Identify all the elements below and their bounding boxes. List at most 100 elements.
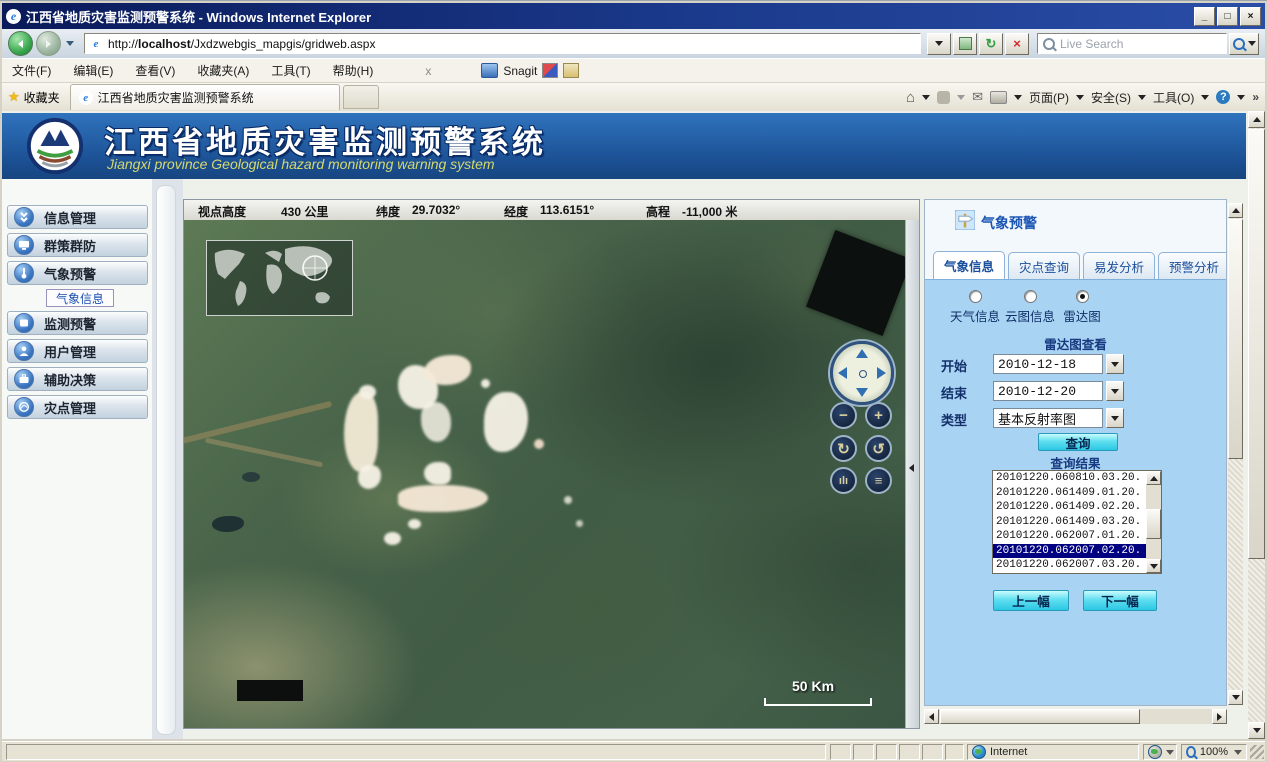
menu-file[interactable]: 文件(F) — [12, 62, 51, 79]
print-dropdown-icon[interactable] — [1014, 95, 1022, 100]
protected-mode-cell[interactable] — [1143, 744, 1177, 760]
start-date-select[interactable]: 2010-12-18 — [993, 354, 1103, 374]
url-dropdown-button[interactable] — [927, 33, 951, 55]
home-dropdown-icon[interactable] — [922, 95, 930, 100]
zoom-out-button[interactable]: − — [830, 402, 857, 429]
panel-hscrollbar[interactable] — [924, 709, 1227, 724]
search-input[interactable]: Live Search — [1037, 33, 1227, 54]
snagit-capture-icon[interactable] — [542, 63, 558, 78]
pan-down-icon[interactable] — [856, 388, 868, 397]
sidebar-subitem-weather-info[interactable]: 气象信息 — [46, 289, 114, 307]
rss-icon[interactable] — [937, 91, 950, 104]
collapse-panel-icon[interactable] — [909, 464, 914, 472]
page-menu[interactable]: 页面(P) — [1029, 89, 1069, 106]
forward-button[interactable] — [36, 31, 61, 56]
help-dropdown-icon[interactable] — [1237, 95, 1245, 100]
browser-tab-active[interactable]: e 江西省地质灾害监测预警系统 — [70, 84, 340, 110]
type-dropdown-icon[interactable] — [1106, 408, 1124, 428]
tab-warning-analysis[interactable]: 预警分析 — [1158, 252, 1226, 279]
favorites-button[interactable]: ★ 收藏夹 — [8, 89, 60, 106]
help-icon[interactable]: ? — [1216, 90, 1230, 104]
list-scroll-up-icon[interactable] — [1146, 471, 1161, 485]
sidebar-item-hazard-mgmt[interactable]: 灾点管理 — [7, 395, 148, 419]
tab-hazard-query[interactable]: 灾点查询 — [1008, 252, 1080, 279]
sidebar-item-group-defense[interactable]: 群策群防 — [7, 233, 148, 257]
mail-icon[interactable]: ✉ — [972, 89, 983, 105]
result-row[interactable]: 20101220.061409.02.20. — [993, 500, 1161, 515]
menu-edit[interactable]: 编辑(E) — [73, 62, 113, 79]
stop-button[interactable]: × — [1005, 33, 1029, 55]
query-button[interactable]: 查询 — [1038, 433, 1118, 451]
zoom-cell[interactable]: 100% — [1181, 744, 1247, 760]
rss-dropdown-icon[interactable] — [957, 95, 965, 100]
search-go-button[interactable] — [1229, 33, 1259, 55]
result-row-selected[interactable]: 20101220.062007.02.20. — [993, 544, 1161, 559]
zoom-in-button[interactable]: + — [865, 402, 892, 429]
result-row[interactable]: 20101220.062007.01.20. — [993, 529, 1161, 544]
page-scroll-down-icon[interactable] — [1248, 722, 1265, 739]
result-row[interactable]: 20101220.062007.03.20. — [993, 558, 1161, 573]
sidebar-item-info-mgmt[interactable]: 信息管理 — [7, 205, 148, 229]
list-scrollbar[interactable] — [1146, 471, 1161, 573]
radio-icon[interactable] — [1024, 290, 1037, 303]
minimize-button[interactable]: _ — [1194, 7, 1215, 26]
tools-menu[interactable]: 工具(O) — [1153, 89, 1194, 106]
new-tab-stub[interactable] — [343, 85, 379, 109]
result-row[interactable]: 20101220.060810.03.20. — [993, 471, 1161, 486]
page-dropdown-icon[interactable] — [1076, 95, 1084, 100]
sidebar-item-decision-support[interactable]: 辅助决策 — [7, 367, 148, 391]
hscroll-thumb[interactable] — [940, 709, 1140, 724]
snagit-toolbar[interactable]: Snagit — [481, 63, 579, 78]
type-select[interactable]: 基本反射率图 — [993, 408, 1103, 428]
radio-icon[interactable] — [1076, 290, 1089, 303]
url-field[interactable]: e http://localhost/Jxdzwebgis_mapgis/gri… — [84, 33, 921, 54]
tab-weather-info[interactable]: 气象信息 — [933, 251, 1005, 279]
next-image-button[interactable]: 下一幅 — [1083, 590, 1157, 611]
close-button[interactable]: × — [1240, 7, 1261, 26]
rotate-ccw-button[interactable]: ↺ — [865, 435, 892, 462]
page-scroll-up-icon[interactable] — [1248, 111, 1265, 128]
title-bar[interactable]: e 江西省地质灾害监测预警系统 - Windows Internet Explo… — [2, 3, 1265, 29]
hscroll-left-icon[interactable] — [924, 709, 939, 724]
layers-button[interactable]: ≡ — [865, 467, 892, 494]
pan-control[interactable] — [830, 341, 894, 405]
map-panel-splitter[interactable] — [905, 220, 919, 728]
sidebar-item-monitor-warning[interactable]: 监测预警 — [7, 311, 148, 335]
sidebar-item-weather-warning[interactable]: 气象预警 — [7, 261, 148, 285]
sidebar-item-user-mgmt[interactable]: 用户管理 — [7, 339, 148, 363]
result-row[interactable]: 20101220.061409.03.20. — [993, 515, 1161, 530]
back-button[interactable] — [8, 31, 33, 56]
radio-icon[interactable] — [969, 290, 982, 303]
radio-radar-image[interactable]: 雷达图 — [1055, 290, 1109, 325]
pan-right-icon[interactable] — [877, 367, 886, 379]
menu-help[interactable]: 帮助(H) — [333, 62, 374, 79]
pan-up-icon[interactable] — [856, 349, 868, 358]
print-icon[interactable] — [990, 91, 1007, 104]
radio-weather-info[interactable]: 天气信息 — [948, 290, 1002, 325]
pan-left-icon[interactable] — [838, 367, 847, 379]
rotate-cw-button[interactable]: ↻ — [830, 435, 857, 462]
snagit-edit-icon[interactable] — [563, 63, 579, 78]
result-row[interactable]: 20101220.061409.01.20. — [993, 486, 1161, 501]
history-dropdown-icon[interactable] — [66, 41, 74, 46]
security-dropdown-icon[interactable] — [1138, 95, 1146, 100]
list-scroll-down-icon[interactable] — [1146, 559, 1161, 573]
compatibility-button[interactable] — [953, 33, 977, 55]
panel-scroll-thumb[interactable] — [1228, 219, 1243, 459]
panel-scroll-up-icon[interactable] — [1228, 203, 1243, 218]
security-menu[interactable]: 安全(S) — [1091, 89, 1131, 106]
menu-view[interactable]: 查看(V) — [135, 62, 175, 79]
prev-image-button[interactable]: 上一幅 — [993, 590, 1069, 611]
refresh-button[interactable]: ↻ — [979, 33, 1003, 55]
tools-dropdown-icon[interactable] — [1201, 95, 1209, 100]
toolbar-close-icon[interactable]: x — [425, 64, 431, 78]
map-canvas[interactable]: − + ↻ ↺ ılı ≡ 50 Km — [184, 220, 919, 728]
end-date-dropdown-icon[interactable] — [1106, 381, 1124, 401]
radio-cloud-image[interactable]: 云图信息 — [1003, 290, 1057, 325]
pan-center-icon[interactable] — [859, 370, 867, 378]
menu-favorites[interactable]: 收藏夹(A) — [197, 62, 249, 79]
panel-vscrollbar[interactable] — [1228, 203, 1243, 705]
page-scroll-thumb[interactable] — [1248, 129, 1265, 559]
menu-tools[interactable]: 工具(T) — [271, 62, 310, 79]
panel-scroll-down-icon[interactable] — [1228, 690, 1243, 705]
